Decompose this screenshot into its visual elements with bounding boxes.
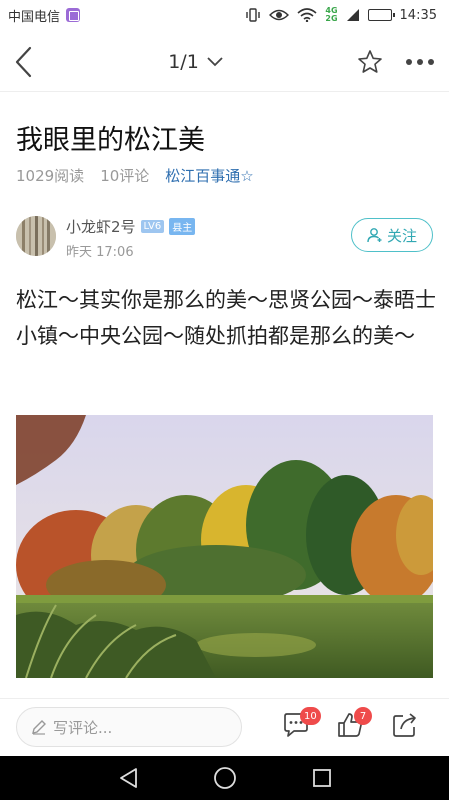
nav-bar: 1/1 (0, 32, 449, 92)
page-indicator[interactable]: 1/1 (168, 51, 223, 73)
add-user-icon (367, 227, 383, 243)
like-count-badge: 7 (354, 707, 372, 725)
level-badge: LV6 (140, 220, 165, 233)
carrier-label: 中国电信 (8, 9, 61, 25)
comment-placeholder: 写评论... (53, 718, 113, 737)
avatar[interactable] (16, 216, 56, 256)
nav-actions (357, 49, 435, 75)
status-right: 4G 2G 14:35 (245, 7, 437, 23)
battery-icon (367, 9, 395, 21)
pencil-icon (31, 719, 47, 735)
system-nav-bar (0, 756, 449, 800)
status-left: 中国电信 (8, 6, 81, 25)
article-meta: 1029阅读 10评论 松江百事通☆ (16, 165, 254, 186)
like-button[interactable]: 7 (336, 707, 372, 743)
comment-input[interactable]: 写评论... (16, 707, 242, 747)
author-row: 小龙虾2号 LV6 县主 昨天 17:06 关注 (16, 214, 433, 264)
more-icon[interactable] (405, 58, 435, 66)
notification-icon (66, 8, 81, 22)
star-icon[interactable] (357, 49, 383, 75)
author-info: 小龙虾2号 LV6 县主 (66, 216, 196, 237)
follow-button[interactable]: 关注 (351, 218, 433, 252)
nav-recent-icon[interactable] (312, 768, 332, 788)
read-count: 1029阅读 (16, 167, 85, 185)
chevron-down-icon (207, 56, 223, 67)
comment-bar: 写评论... 10 7 (0, 698, 449, 756)
nav-back-icon[interactable] (118, 767, 138, 789)
status-time: 14:35 (399, 7, 437, 23)
article-body: 松江～其实你是那么的美～思贤公园～泰晤士小镇～中央公园～随处抓拍都是那么的美～ (16, 288, 436, 348)
vibrate-icon (245, 8, 261, 22)
comment-count-badge: 10 (300, 707, 321, 725)
page-indicator-label: 1/1 (168, 50, 199, 73)
nav-home-icon[interactable] (213, 766, 237, 790)
status-bar: 中国电信 4G 2G 14:35 (0, 0, 449, 30)
comment-count: 10评论 (100, 167, 150, 185)
author-name[interactable]: 小龙虾2号 (66, 216, 136, 237)
network-bottom: 2G (325, 14, 338, 23)
follow-label: 关注 (386, 226, 417, 245)
network-type: 4G 2G (325, 7, 337, 23)
article-photo[interactable] (16, 415, 433, 678)
wifi-icon (297, 8, 317, 22)
role-badge: 县主 (169, 218, 196, 235)
article-title: 我眼里的松江美 (16, 125, 205, 156)
post-time: 昨天 17:06 (66, 245, 134, 260)
share-button[interactable] (391, 711, 419, 743)
comment-button[interactable]: 10 (282, 707, 321, 743)
eye-icon (269, 8, 290, 22)
back-arrow-icon[interactable] (14, 46, 34, 78)
signal-icon (346, 8, 360, 22)
source-link[interactable]: 松江百事通☆ (165, 165, 253, 186)
